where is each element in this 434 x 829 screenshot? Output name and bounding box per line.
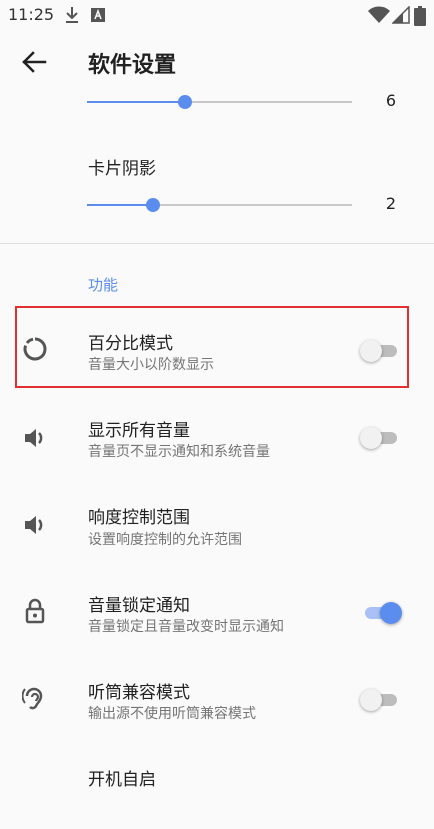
setting-volume-lock-notification[interactable]: 音量锁定通知 音量锁定且音量改变时显示通知 — [0, 569, 434, 655]
setting-title: 开机自启 — [88, 770, 156, 790]
toggle-knob — [360, 340, 382, 362]
setting-subtitle: 音量页不显示通知和系统音量 — [88, 444, 270, 460]
percent-mode-toggle[interactable] — [360, 340, 400, 362]
speaker-icon — [25, 429, 43, 447]
section-title-functions: 功能 — [88, 276, 119, 294]
slider-value-top: 6 — [385, 91, 396, 110]
keyboard-a-icon — [91, 8, 105, 22]
toggle-knob — [360, 427, 382, 449]
setting-earpiece-compat[interactable]: 听筒兼容模式 输出源不使用听筒兼容模式 — [0, 656, 434, 742]
setting-percent-mode[interactable]: 百分比模式 音量大小以阶数显示 — [0, 306, 434, 392]
divider — [0, 243, 434, 244]
percent-circle-icon — [23, 337, 47, 361]
slider-row-top: 6 — [0, 82, 434, 122]
wifi-icon — [368, 6, 390, 23]
setting-subtitle: 设置响度控制的允许范围 — [88, 532, 242, 548]
speaker-icon — [25, 516, 43, 534]
slider-track-card-shadow[interactable] — [87, 198, 352, 212]
slider-thumb-card-shadow[interactable] — [146, 198, 161, 212]
setting-title: 显示所有音量 — [88, 421, 190, 441]
setting-subtitle: 输出源不使用听筒兼容模式 — [88, 706, 256, 722]
setting-loudness-range[interactable]: 响度控制范围 设置响度控制的允许范围 — [0, 481, 434, 567]
page-title: 软件设置 — [88, 53, 177, 78]
slider-fill-card-shadow — [87, 204, 154, 206]
setting-autostart[interactable]: 开机自启 — [0, 743, 434, 829]
slider-fill-top — [87, 101, 186, 103]
slider-thumb-top[interactable] — [178, 95, 193, 109]
setting-subtitle: 音量大小以阶数显示 — [88, 357, 214, 373]
earpiece-compat-toggle[interactable] — [360, 689, 400, 711]
lock-icon — [25, 598, 45, 624]
download-icon — [66, 7, 78, 23]
ear-icon — [22, 687, 43, 710]
setting-title: 响度控制范围 — [88, 508, 190, 528]
signal-icon — [392, 6, 410, 24]
toggle-knob — [380, 602, 402, 624]
card-shadow-label: 卡片阴影 — [88, 159, 156, 179]
status-time: 11:25 — [8, 5, 55, 24]
setting-title: 百分比模式 — [88, 334, 173, 354]
status-bar: 11:25 — [0, 0, 434, 30]
back-arrow-icon[interactable] — [20, 48, 48, 76]
setting-title: 听筒兼容模式 — [88, 683, 190, 703]
setting-title: 音量锁定通知 — [88, 596, 190, 616]
show-all-volumes-toggle[interactable] — [360, 427, 400, 449]
volume-lock-notification-toggle[interactable] — [362, 602, 402, 624]
slider-track-top[interactable] — [87, 95, 352, 109]
battery-icon — [414, 6, 426, 26]
toggle-knob — [360, 689, 382, 711]
slider-row-card-shadow: 2 — [0, 185, 434, 225]
setting-subtitle: 音量锁定且音量改变时显示通知 — [88, 619, 284, 635]
setting-show-all-volumes[interactable]: 显示所有音量 音量页不显示通知和系统音量 — [0, 394, 434, 480]
slider-value-card-shadow: 2 — [385, 194, 396, 213]
